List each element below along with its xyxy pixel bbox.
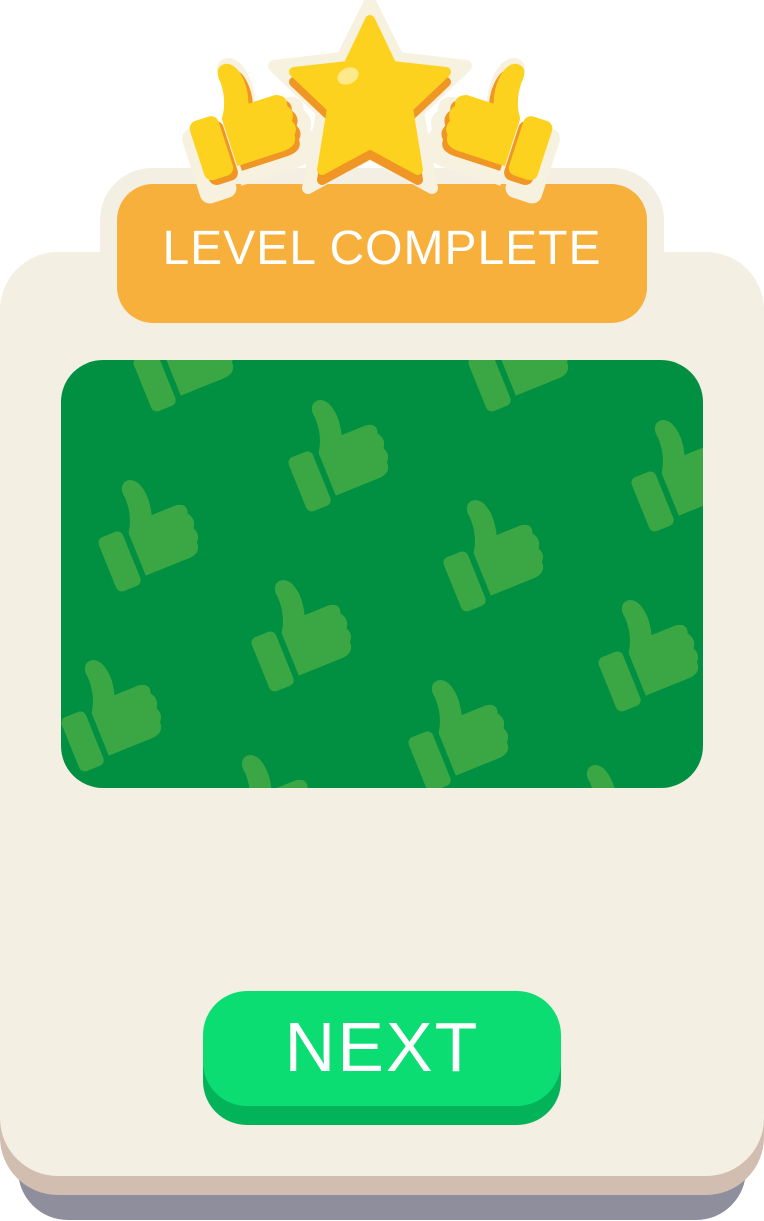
thumbs-up-icon [450, 360, 579, 414]
thumbs-pattern [61, 360, 703, 788]
thumbs-up-icon [233, 563, 362, 694]
thumbs-up-icon [613, 403, 703, 534]
thumbs-up-icon [61, 643, 172, 774]
thumbs-up-icon [200, 738, 329, 788]
thumbs-up-icon [270, 383, 399, 514]
thumbs-up-icon [390, 663, 519, 788]
thumbs-up-icon [545, 748, 674, 788]
thumbs-up-icon [425, 483, 554, 614]
banner-title: LEVEL COMPLETE [162, 222, 602, 275]
result-panel [61, 360, 703, 788]
thumbs-up-icon [580, 583, 703, 714]
rating-decoration [162, 0, 580, 205]
thumbs-up-icon [115, 360, 244, 414]
next-button[interactable]: NEXT [203, 991, 561, 1106]
thumbs-up-icon [80, 463, 209, 594]
next-button-label: NEXT [284, 1007, 480, 1086]
